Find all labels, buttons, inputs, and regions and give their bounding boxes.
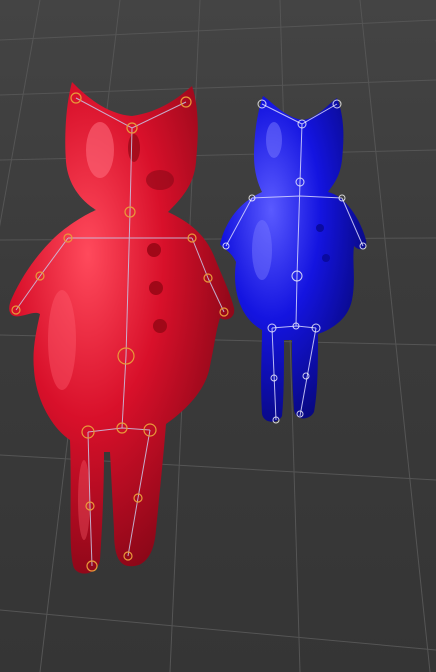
3d-viewport[interactable]: [0, 0, 436, 672]
red-belly-highlight: [48, 290, 76, 390]
red-button-1: [147, 243, 161, 257]
blue-character[interactable]: [220, 96, 367, 424]
red-button-3: [153, 319, 167, 333]
blue-button-1: [316, 224, 324, 232]
blue-head-highlight: [266, 122, 282, 158]
viewport-canvas[interactable]: [0, 0, 436, 672]
red-face-shade: [146, 170, 174, 190]
blue-highlight: [252, 220, 272, 280]
red-leg-highlight: [78, 460, 90, 540]
blue-button-2: [322, 254, 330, 262]
red-button-2: [149, 281, 163, 295]
red-head-highlight: [86, 122, 114, 178]
blue-body-mesh: [220, 96, 367, 422]
red-eye: [128, 134, 140, 162]
